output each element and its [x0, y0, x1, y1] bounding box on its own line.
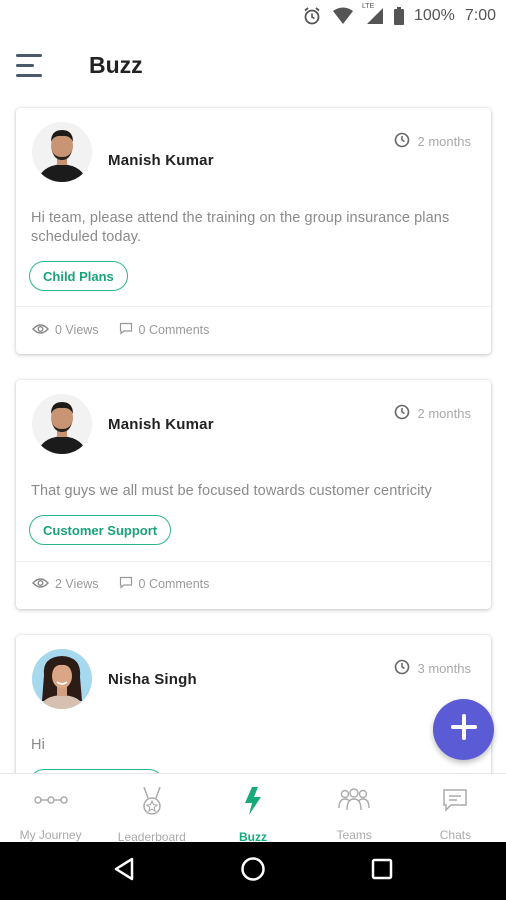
screen: LTE 100% 7:00 Buzz Manish Kumar 2 months…: [0, 0, 506, 900]
buzz-feed[interactable]: Manish Kumar 2 months Hi team, please at…: [0, 100, 506, 773]
views-stat[interactable]: 0 Views: [32, 323, 99, 338]
post-tag[interactable]: Customer Support: [29, 515, 172, 545]
wifi-icon: [332, 7, 354, 25]
nav-label: Chats: [439, 828, 472, 842]
avatar[interactable]: [32, 394, 92, 454]
eye-icon: [32, 323, 49, 338]
views-count: 2 Views: [55, 577, 99, 591]
eye-icon: [32, 577, 49, 592]
app-bar: Buzz: [0, 32, 506, 100]
recents-icon: [371, 858, 393, 885]
nav-label: My Journey: [19, 828, 82, 842]
author-name[interactable]: Manish Kumar: [108, 416, 214, 433]
comment-icon: [119, 322, 133, 338]
post-card[interactable]: Manish Kumar 2 months Hi team, please at…: [16, 108, 491, 354]
recents-button[interactable]: [362, 851, 402, 891]
network-type: LTE: [361, 3, 375, 10]
battery-icon: [393, 7, 404, 25]
post-stats: 2 Views 0 Comments: [32, 576, 209, 592]
add-post-button[interactable]: [433, 699, 494, 760]
post-time-label: 3 months: [417, 661, 471, 676]
back-icon: [113, 857, 135, 886]
comments-count: 0 Comments: [138, 577, 210, 591]
post-tag[interactable]: Child Plans: [29, 261, 128, 291]
signal-icon: LTE: [362, 3, 384, 25]
home-icon: [240, 856, 266, 887]
clock-icon: [394, 659, 410, 678]
comment-icon: [119, 576, 133, 592]
nav-label: Teams: [336, 828, 372, 842]
clock-time: 7:00: [464, 7, 496, 24]
alarm-icon: [302, 6, 322, 26]
post-text: Hi: [31, 737, 45, 753]
trophy-icon: [140, 786, 164, 816]
system-nav-bar: [0, 842, 506, 900]
post-time: 2 months: [394, 132, 471, 151]
nav-my-journey[interactable]: My Journey: [0, 774, 101, 842]
nav-buzz[interactable]: Buzz: [202, 774, 303, 844]
clock-icon: [394, 132, 410, 151]
author-name[interactable]: Nisha Singh: [108, 671, 197, 688]
post-time-label: 2 months: [417, 134, 471, 149]
nav-teams[interactable]: Teams: [304, 774, 405, 842]
card-divider: [16, 561, 491, 562]
post-time-label: 2 months: [417, 406, 471, 421]
journey-icon: [33, 786, 68, 814]
battery-percent: 100%: [413, 7, 455, 24]
avatar[interactable]: [32, 649, 92, 709]
views-count: 0 Views: [55, 323, 99, 337]
post-stats: 0 Views 0 Comments: [32, 322, 209, 338]
post-card[interactable]: Nisha Singh 3 months Hi: [16, 635, 491, 773]
post-card[interactable]: Manish Kumar 2 months That guys we all m…: [16, 380, 491, 609]
nav-chats[interactable]: Chats: [405, 774, 506, 842]
chat-icon: [442, 786, 468, 814]
plus-icon: [450, 713, 478, 746]
bottom-nav: My Journey Leaderboard Buzz Teams Chats: [0, 773, 506, 844]
comments-stat[interactable]: 0 Comments: [119, 322, 210, 338]
clock-icon: [394, 404, 410, 423]
comments-count: 0 Comments: [138, 323, 210, 337]
status-bar: LTE 100% 7:00: [0, 0, 506, 32]
home-button[interactable]: [233, 851, 273, 891]
post-time: 3 months: [394, 659, 471, 678]
menu-icon[interactable]: [16, 54, 46, 80]
comments-stat[interactable]: 0 Comments: [119, 576, 210, 592]
nav-leaderboard[interactable]: Leaderboard: [101, 774, 202, 844]
bolt-icon: [243, 786, 263, 816]
page-title: Buzz: [89, 52, 143, 78]
author-name[interactable]: Manish Kumar: [108, 152, 214, 169]
avatar[interactable]: [32, 122, 92, 182]
post-text: Hi team, please attend the training on t…: [31, 210, 450, 245]
post-text: That guys we all must be focused towards…: [31, 483, 432, 499]
team-icon: [338, 786, 370, 814]
back-button[interactable]: [104, 851, 144, 891]
views-stat[interactable]: 2 Views: [32, 577, 99, 592]
card-divider: [16, 306, 491, 307]
post-time: 2 months: [394, 404, 471, 423]
